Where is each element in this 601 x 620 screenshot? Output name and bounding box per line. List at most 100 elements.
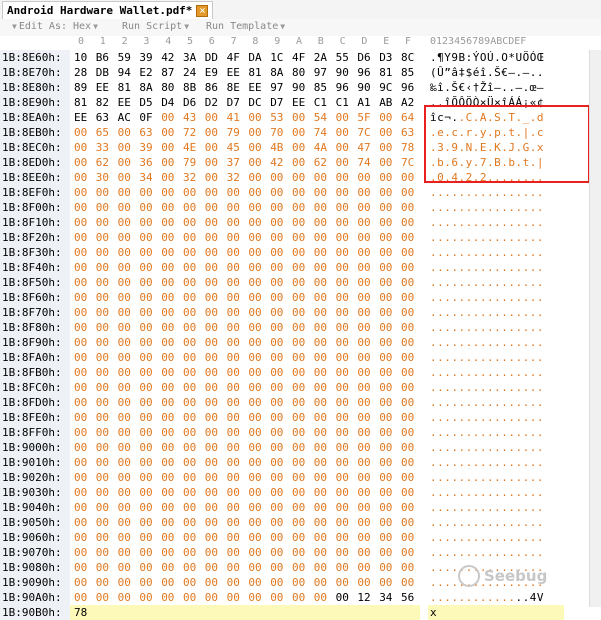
hex-byte[interactable]: 5F <box>357 110 377 125</box>
hex-byte[interactable]: 4A <box>314 140 334 155</box>
hex-byte[interactable]: 00 <box>118 395 138 410</box>
ascii-text[interactable]: ................ <box>430 275 565 290</box>
hex-byte[interactable]: 00 <box>227 290 247 305</box>
hex-byte[interactable]: 00 <box>248 395 268 410</box>
hex-byte[interactable]: 00 <box>96 470 116 485</box>
hex-byte[interactable]: 00 <box>336 275 356 290</box>
hex-byte[interactable]: 00 <box>401 335 421 350</box>
hex-byte[interactable]: 00 <box>248 425 268 440</box>
hex-byte[interactable]: 00 <box>336 305 356 320</box>
hex-byte[interactable]: 7C <box>401 155 421 170</box>
hex-byte[interactable]: D3 <box>379 50 399 65</box>
hex-byte[interactable]: 00 <box>139 380 159 395</box>
hex-byte[interactable]: 00 <box>183 560 203 575</box>
ascii-text[interactable]: ‰î.Š€‹†Žî—..–.œ– <box>430 80 565 95</box>
ascii-text[interactable]: ................ <box>430 455 565 470</box>
hex-byte[interactable]: 00 <box>248 275 268 290</box>
hex-byte[interactable]: 00 <box>96 560 116 575</box>
hex-byte[interactable]: 00 <box>96 380 116 395</box>
hex-byte[interactable]: 00 <box>118 260 138 275</box>
hex-byte[interactable]: 43 <box>183 110 203 125</box>
hex-byte[interactable]: 00 <box>270 260 290 275</box>
hex-byte[interactable]: 00 <box>401 200 421 215</box>
hex-byte[interactable]: 00 <box>270 365 290 380</box>
hex-byte[interactable]: A2 <box>401 95 421 110</box>
hex-byte[interactable]: 00 <box>270 575 290 590</box>
hex-byte[interactable]: 00 <box>205 425 225 440</box>
hex-byte[interactable]: 00 <box>96 410 116 425</box>
hex-byte[interactable]: 00 <box>401 440 421 455</box>
hex-byte[interactable]: 00 <box>161 125 181 140</box>
hex-byte[interactable]: 00 <box>74 260 94 275</box>
hex-byte[interactable]: 00 <box>118 320 138 335</box>
hex-byte[interactable]: D7 <box>227 95 247 110</box>
hex-byte[interactable]: 00 <box>292 230 312 245</box>
hex-byte[interactable]: 00 <box>205 575 225 590</box>
hex-byte[interactable]: 00 <box>379 290 399 305</box>
hex-row[interactable]: 1B:8E60h: 10 B6 59 39 42 3A DD 4F DA 1C 4F 2A 55 D6 D3 8… <box>0 50 601 65</box>
hex-byte[interactable]: 00 <box>161 515 181 530</box>
hex-byte[interactable]: 00 <box>118 425 138 440</box>
run-script-dropdown[interactable]: Run Script ▼ <box>122 21 189 32</box>
hex-byte[interactable]: 00 <box>248 320 268 335</box>
hex-byte[interactable]: 00 <box>336 290 356 305</box>
hex-byte[interactable]: 00 <box>292 515 312 530</box>
hex-byte[interactable]: 00 <box>205 140 225 155</box>
hex-byte[interactable]: 00 <box>96 545 116 560</box>
hex-byte[interactable]: 00 <box>336 350 356 365</box>
hex-byte[interactable]: 00 <box>227 515 247 530</box>
hex-byte[interactable]: 00 <box>96 575 116 590</box>
hex-byte[interactable]: 4B <box>270 140 290 155</box>
hex-byte[interactable]: 00 <box>74 395 94 410</box>
hex-byte[interactable]: 00 <box>161 110 181 125</box>
hex-byte[interactable]: 00 <box>118 185 138 200</box>
hex-byte[interactable]: 00 <box>248 125 268 140</box>
hex-byte[interactable]: 00 <box>292 395 312 410</box>
hex-byte[interactable]: 00 <box>292 320 312 335</box>
hex-byte[interactable]: 00 <box>183 440 203 455</box>
hex-byte[interactable]: 00 <box>227 560 247 575</box>
hex-byte[interactable]: 00 <box>74 560 94 575</box>
hex-byte[interactable]: E9 <box>205 65 225 80</box>
hex-byte[interactable]: 00 <box>96 215 116 230</box>
hex-byte[interactable]: 00 <box>314 350 334 365</box>
hex-byte[interactable]: 00 <box>161 560 181 575</box>
hex-byte[interactable]: 00 <box>314 455 334 470</box>
hex-byte[interactable]: 00 <box>270 200 290 215</box>
hex-byte[interactable]: 00 <box>227 410 247 425</box>
hex-byte[interactable]: 00 <box>183 350 203 365</box>
ascii-text[interactable]: ................ <box>430 215 565 230</box>
hex-byte[interactable]: 00 <box>205 200 225 215</box>
hex-byte[interactable]: 00 <box>74 590 94 605</box>
hex-byte[interactable]: 00 <box>205 470 225 485</box>
ascii-text[interactable]: ................ <box>430 245 565 260</box>
hex-byte[interactable]: 74 <box>357 155 377 170</box>
hex-byte[interactable]: 00 <box>336 185 356 200</box>
hex-byte[interactable]: 00 <box>248 335 268 350</box>
hex-byte[interactable]: 00 <box>139 260 159 275</box>
hex-byte[interactable]: 00 <box>248 230 268 245</box>
hex-byte[interactable]: 34 <box>379 590 399 605</box>
hex-byte[interactable]: 59 <box>118 50 138 65</box>
hex-byte[interactable]: 00 <box>314 440 334 455</box>
hex-byte[interactable]: 00 <box>270 395 290 410</box>
hex-byte[interactable]: C1 <box>314 95 334 110</box>
hex-byte[interactable]: 00 <box>139 530 159 545</box>
hex-byte[interactable]: 00 <box>205 110 225 125</box>
hex-byte[interactable]: 00 <box>205 320 225 335</box>
hex-byte[interactable]: 85 <box>401 65 421 80</box>
hex-byte[interactable]: 00 <box>139 425 159 440</box>
hex-byte[interactable]: 00 <box>336 215 356 230</box>
hex-byte[interactable]: 00 <box>357 395 377 410</box>
hex-byte[interactable]: 00 <box>183 365 203 380</box>
hex-byte[interactable]: 00 <box>401 170 421 185</box>
hex-byte[interactable]: 00 <box>74 290 94 305</box>
hex-byte[interactable]: 00 <box>292 290 312 305</box>
hex-byte[interactable]: 00 <box>183 215 203 230</box>
ascii-text[interactable]: ................ <box>430 515 565 530</box>
hex-byte[interactable]: 00 <box>118 365 138 380</box>
hex-byte[interactable]: 64 <box>401 110 421 125</box>
hex-byte[interactable]: 00 <box>161 260 181 275</box>
hex-byte[interactable]: 00 <box>248 110 268 125</box>
hex-byte[interactable]: 00 <box>292 305 312 320</box>
